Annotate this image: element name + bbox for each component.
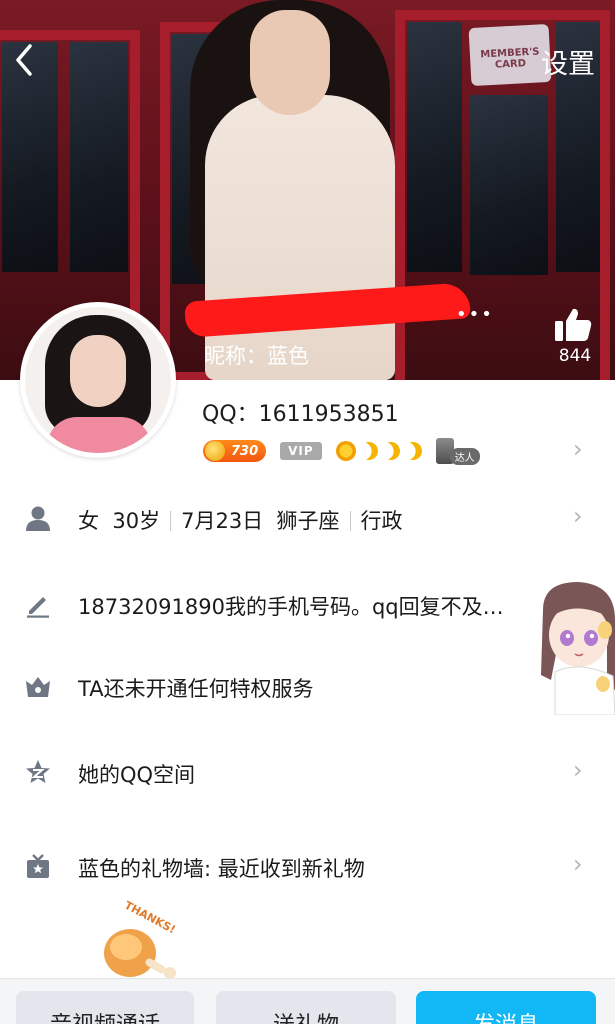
vip-badge: VIP <box>280 442 322 460</box>
list-item-basic-info[interactable]: 女 30岁 7月23日 狮子座 行政 › <box>0 488 615 548</box>
chevron-right-icon: › <box>573 850 583 878</box>
sun-icon <box>335 441 356 461</box>
gift-icon <box>27 854 49 878</box>
anime-girl-sticker[interactable] <box>533 580 615 715</box>
qzone-text: 她的QQ空间 <box>78 763 196 787</box>
gender: 女 <box>78 509 99 533</box>
member-card-sign: MEMBER'S CARD <box>468 23 552 87</box>
coin-icon <box>205 441 225 461</box>
age: 30岁 <box>112 509 161 533</box>
coin-value: 730 <box>231 443 259 459</box>
person-icon <box>26 506 50 531</box>
moon-icon <box>401 439 424 462</box>
thanks-chicken-sticker[interactable]: THANKS! <box>100 899 190 985</box>
moon-icon <box>379 439 402 462</box>
qzone-icon <box>26 760 50 783</box>
person-face <box>250 10 330 115</box>
like-count: 844 <box>558 346 592 366</box>
chevron-left-icon <box>16 44 32 76</box>
list-item-privilege[interactable]: TA还未开通任何特权服务 <box>0 656 615 716</box>
daren-badge: 达人 <box>435 438 480 465</box>
bottom-action-bar: 音视频通话 送礼物 发消息 <box>0 978 615 1024</box>
list-item-gift-wall[interactable]: 蓝色的礼物墙: 最近收到新礼物 › <box>0 836 615 896</box>
privilege-text: TA还未开通任何特权服务 <box>78 677 314 701</box>
window-pane <box>407 22 462 272</box>
coin-badge: 730 <box>203 440 267 462</box>
avatar[interactable] <box>20 302 176 458</box>
back-button[interactable] <box>10 40 40 80</box>
daren-label: 达人 <box>449 447 480 465</box>
avatar-face <box>70 335 126 407</box>
chevron-right-icon: › <box>573 502 583 530</box>
window-pane <box>70 42 128 272</box>
av-call-button[interactable]: 音视频通话 <box>16 991 194 1024</box>
chevron-right-icon: › <box>573 756 583 784</box>
avatar-photo <box>25 307 171 453</box>
window-pane <box>470 95 548 275</box>
list-item-qzone[interactable]: 她的QQ空间 › <box>0 742 615 802</box>
qq-number: QQ：1611953851 <box>202 402 399 427</box>
signature-text: 18732091890我的手机号码。qq回复不及… <box>78 595 504 619</box>
birthday: 7月23日 <box>181 509 264 533</box>
like-button[interactable] <box>553 305 593 345</box>
settings-button[interactable]: 设置 <box>541 42 595 81</box>
badge-strip[interactable]: 730 VIP 达人 <box>203 436 480 466</box>
person-body <box>205 95 395 380</box>
nickname: 昵称：蓝色 <box>204 344 309 368</box>
divider <box>170 511 172 531</box>
occupation: 行政 <box>360 509 403 533</box>
send-message-button[interactable]: 发消息 <box>416 991 596 1024</box>
basic-info: 女 30岁 7月23日 狮子座 行政 <box>78 505 403 535</box>
thumbs-up-icon <box>555 308 592 341</box>
gift-wall-text: 蓝色的礼物墙: 最近收到新礼物 <box>78 857 365 881</box>
moon-icon <box>357 439 380 462</box>
send-gift-button[interactable]: 送礼物 <box>216 991 396 1024</box>
chevron-right-icon[interactable]: › <box>573 435 583 463</box>
avatar-top <box>47 417 151 453</box>
pencil-icon <box>27 597 49 618</box>
crown-icon <box>26 677 50 697</box>
zodiac: 狮子座 <box>276 509 340 533</box>
list-item-signature[interactable]: 18732091890我的手机号码。qq回复不及… <box>0 574 615 634</box>
divider <box>349 511 351 531</box>
more-dots: ••• <box>456 304 494 325</box>
